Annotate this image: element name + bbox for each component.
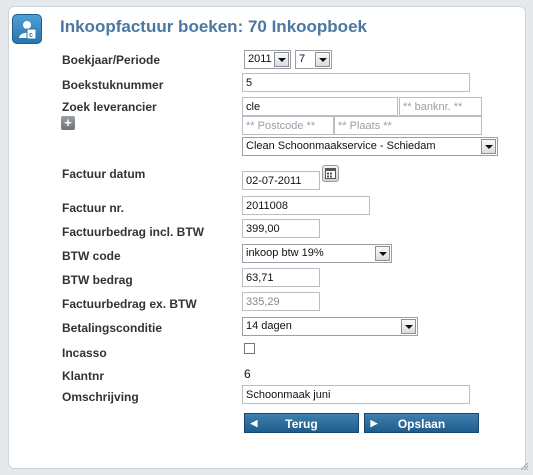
boekjaar-value: 2011 (248, 53, 272, 65)
opslaan-button[interactable]: ▶ Opslaan (364, 413, 479, 433)
leverancier-selected: Clean Schoonmaakservice - Schiedam (246, 140, 436, 152)
chevron-down-icon (401, 319, 416, 334)
betalingsconditie-value: 14 dagen (246, 320, 292, 332)
omschrijving-label: Omschrijving (62, 390, 139, 404)
btw-code-label: BTW code (62, 249, 121, 263)
invoice-book-icon: c (12, 14, 42, 44)
omschrijving-field[interactable] (242, 385, 470, 404)
bedrag-ex-field (242, 292, 320, 311)
calendar-icon[interactable] (322, 165, 339, 182)
incasso-label: Incasso (62, 346, 107, 360)
incasso-checkbox[interactable] (244, 343, 255, 354)
bedrag-incl-label: Factuurbedrag incl. BTW (62, 225, 205, 239)
btw-bedrag-label: BTW bedrag (62, 273, 133, 287)
bedrag-incl-field[interactable] (242, 219, 320, 238)
postcode-input[interactable] (242, 116, 334, 135)
factuur-nr-field[interactable] (242, 196, 370, 215)
boekstuknummer-field[interactable] (242, 73, 470, 92)
factuur-nr-label: Factuur nr. (62, 201, 125, 215)
plaats-input[interactable] (334, 116, 482, 135)
betalingsconditie-select[interactable]: 14 dagen (242, 317, 418, 336)
page-title: Inkoopfactuur boeken: 70 Inkoopboek (60, 17, 367, 36)
btw-code-select[interactable]: inkoop btw 19% (242, 244, 392, 263)
bedrag-ex-label: Factuurbedrag ex. BTW (62, 297, 197, 311)
factuur-datum-field[interactable] (242, 171, 320, 190)
chevron-down-icon (375, 246, 390, 261)
leverancier-search-input[interactable] (242, 97, 398, 116)
chevron-down-icon (274, 52, 289, 67)
chevron-down-icon (315, 52, 330, 67)
terug-button[interactable]: ◀ Terug (244, 413, 359, 433)
resize-grip-icon[interactable] (519, 461, 529, 471)
boekjaar-select[interactable]: 2011 (244, 50, 291, 69)
add-leverancier-button[interactable]: + (61, 116, 75, 130)
chevron-down-icon (481, 139, 496, 154)
klantnr-value: 6 (244, 367, 251, 381)
klantnr-label: Klantnr (62, 369, 104, 383)
periode-select[interactable]: 7 (295, 50, 332, 69)
btw-code-value: inkoop btw 19% (246, 247, 324, 259)
boekjaar-label: Boekjaar/Periode (62, 53, 161, 67)
betalingsconditie-label: Betalingsconditie (62, 321, 163, 335)
opslaan-button-label: Opslaan (397, 417, 446, 431)
factuur-datum-label: Factuur datum (62, 167, 146, 181)
svg-text:c: c (29, 32, 33, 39)
periode-value: 7 (299, 53, 306, 65)
leverancier-label: Zoek leverancier (62, 100, 157, 114)
banknr-input[interactable] (399, 97, 482, 116)
boekstuknummer-label: Boekstuknummer (62, 78, 164, 92)
leverancier-select[interactable]: Clean Schoonmaakservice - Schiedam (242, 137, 498, 156)
terug-button-label: Terug (285, 417, 318, 431)
btw-bedrag-field[interactable] (242, 268, 320, 287)
